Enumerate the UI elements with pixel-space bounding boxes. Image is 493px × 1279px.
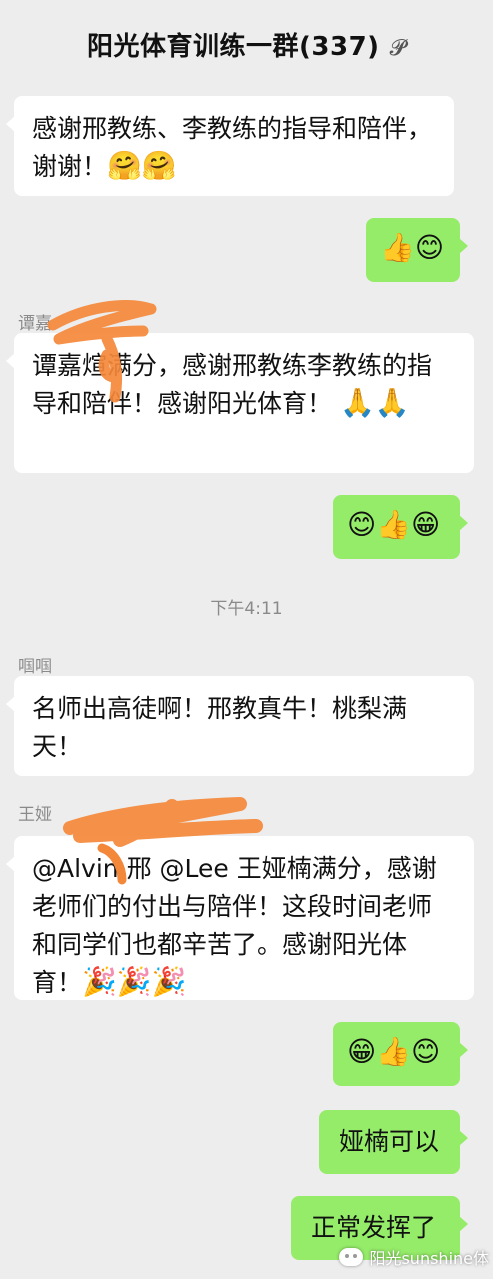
sender-name: 王娅 xyxy=(18,805,52,825)
message-bubble-outgoing[interactable]: 😁👍😊 xyxy=(333,1022,468,1086)
message-text: 名师出高徒啊！邢教真牛！桃梨满天！ xyxy=(32,694,408,761)
grin-thumbs-smile-emoji-icon: 😁👍😊 xyxy=(347,1035,441,1068)
hug-emoji-icon: 🤗🤗 xyxy=(107,149,177,182)
message-bubble-incoming[interactable]: 名师出高徒啊！邢教真牛！桃梨满天！ xyxy=(6,676,474,776)
watermark: 阳光sunshine体 xyxy=(339,1245,489,1269)
message-text: 娅楠可以 xyxy=(339,1127,440,1156)
message-bubble-incoming[interactable]: 感谢邢教练、李教练的指导和陪伴，谢谢！🤗🤗 xyxy=(6,96,454,196)
message-bubble-incoming[interactable]: @Alvin 邢 @Lee 王娅楠满分，感谢老师们的付出与陪伴！这段时间老师和同… xyxy=(6,836,474,1000)
message-text: 感谢邢教练、李教练的指导和陪伴，谢谢！ xyxy=(32,114,433,181)
chat-header: 阳光体育训练一群(337) 𝓟 xyxy=(0,0,493,96)
timestamp: 下午4:11 xyxy=(210,599,283,619)
sender-name: 谭嘉 xyxy=(18,314,52,334)
smile-thumbs-grin-emoji-icon: 😊👍😁 xyxy=(347,508,441,541)
watermark-text: 阳光sunshine体 xyxy=(369,1249,489,1268)
chat-title[interactable]: 阳光体育训练一群(337) 𝓟 xyxy=(0,26,493,63)
message-text: 正常发挥了 xyxy=(311,1213,437,1242)
message-bubble-incoming[interactable]: 谭嘉煊满分，感谢邢教练李教练的指导和陪伴！感谢阳光体育！ 🙏🙏 xyxy=(6,333,474,473)
wechat-icon xyxy=(339,1248,364,1266)
message-bubble-outgoing[interactable]: 😊👍😁 xyxy=(333,495,468,559)
message-bubble-outgoing[interactable]: 娅楠可以 xyxy=(319,1110,468,1174)
party-popper-emoji-icon: 🎉🎉🎉 xyxy=(82,965,187,998)
message-bubble-outgoing[interactable]: 👍😊 xyxy=(366,218,468,282)
thumbs-smile-emoji-icon: 👍😊 xyxy=(380,231,445,264)
ear-icon[interactable]: 𝓟 xyxy=(390,36,406,61)
pray-emoji-icon: 🙏🙏 xyxy=(339,386,410,419)
sender-name: 啯啯 xyxy=(18,657,52,677)
chat-title-text: 阳光体育训练一群(337) xyxy=(87,32,380,62)
